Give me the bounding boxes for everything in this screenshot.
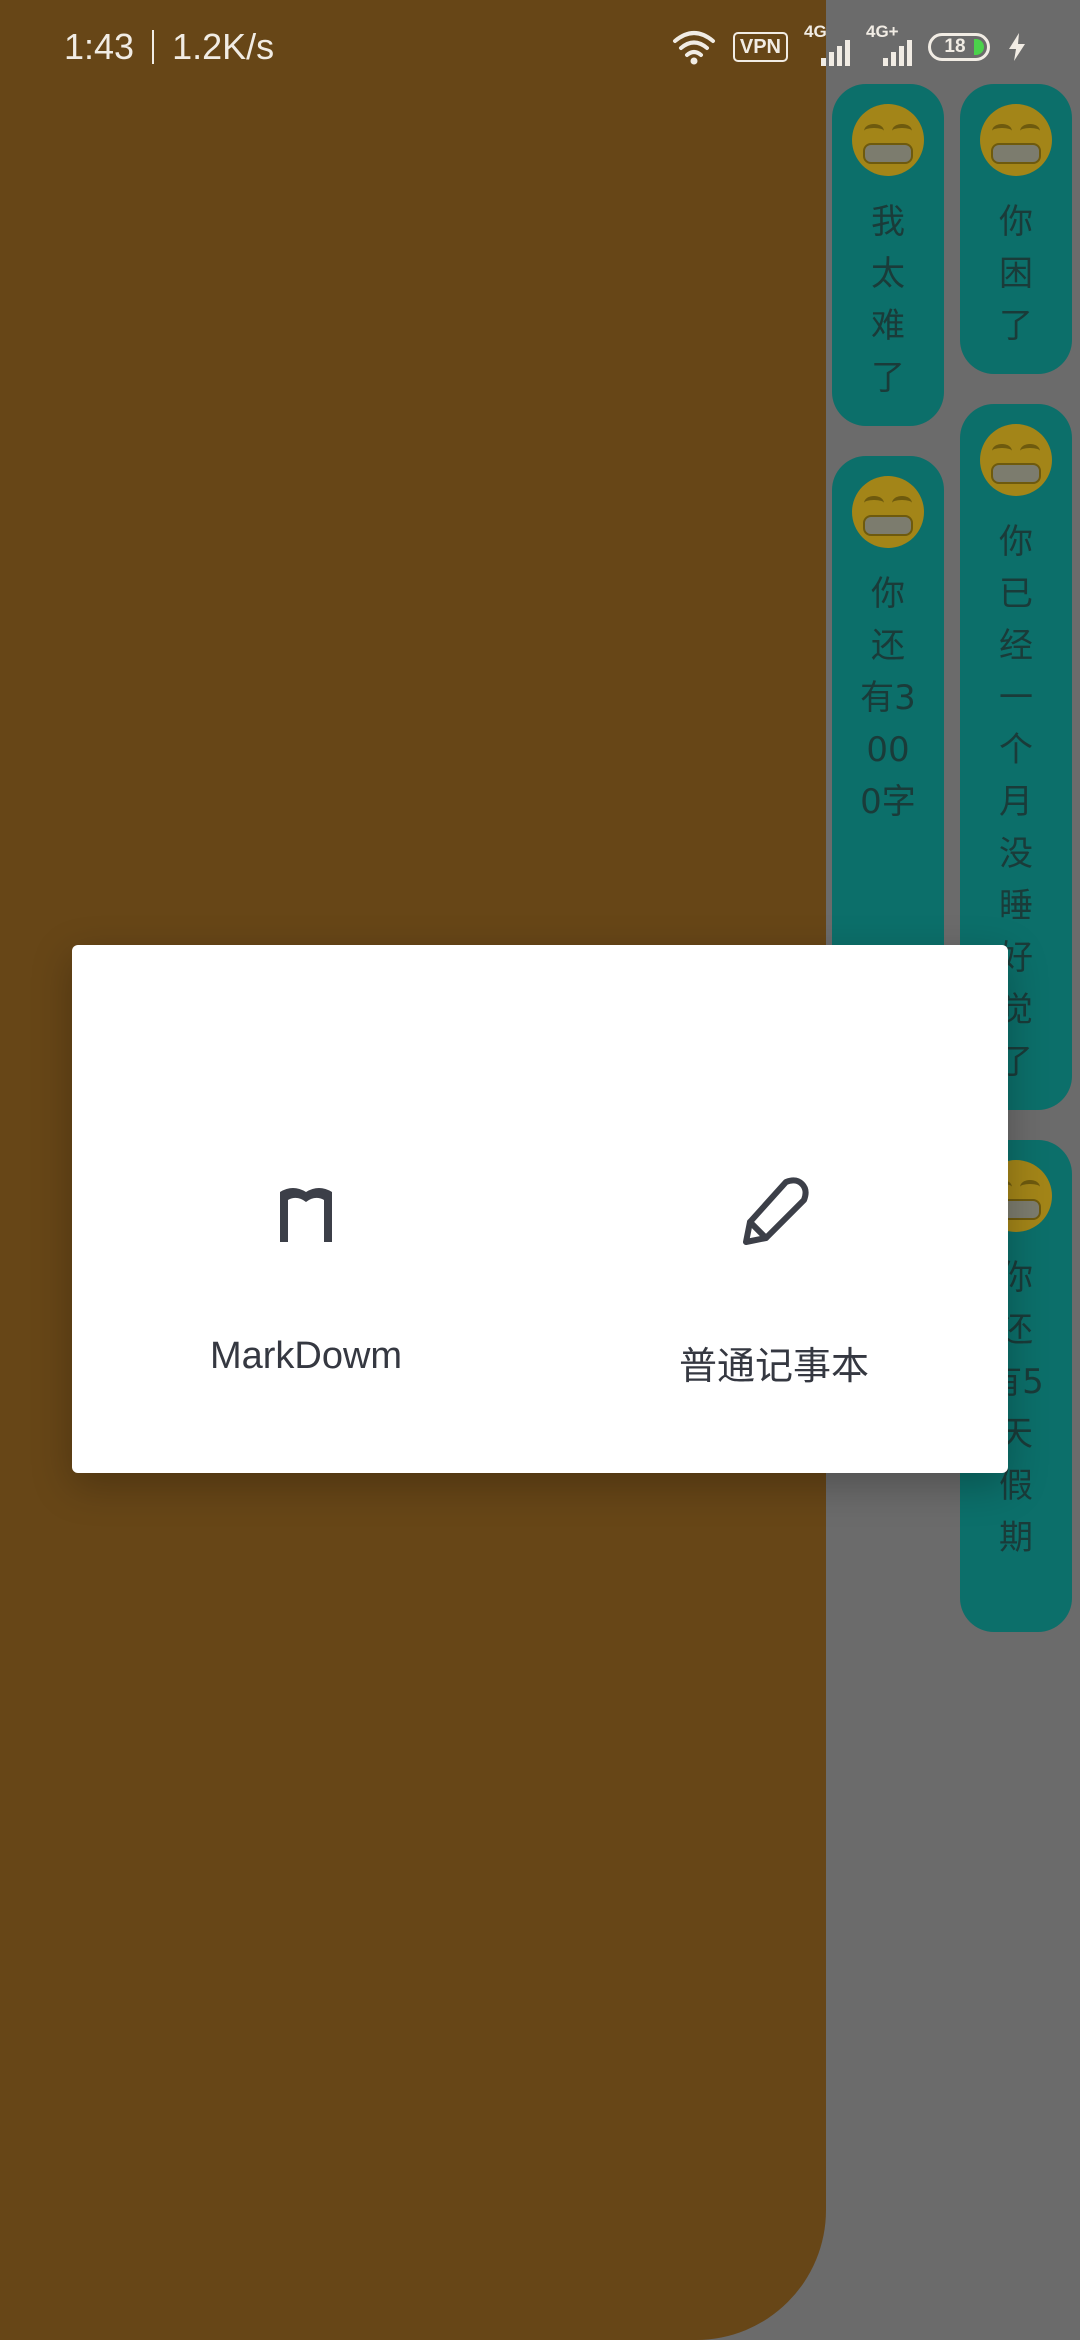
signal-type: 4G+ — [866, 22, 899, 41]
charging-icon — [1009, 33, 1025, 61]
grin-emoji-icon — [980, 104, 1052, 176]
separator — [152, 30, 155, 64]
vpn-badge: VPN — [732, 32, 788, 62]
plain-notebook-option-label: 普通记事本 — [678, 1346, 869, 1388]
signal-icon: 4G+ — [866, 22, 912, 66]
status-icons: VPN 4G 4G+ 18 — [671, 22, 1028, 66]
new-note-type-dialog: MarkDowm 普通记事本 — [72, 945, 1008, 1473]
clock: 1:43 — [64, 26, 135, 67]
net-speed: 1.2K/s — [172, 26, 275, 67]
wifi-icon — [672, 31, 715, 65]
grin-emoji-icon — [980, 424, 1052, 496]
note-text: 你还有3000字 — [860, 574, 916, 822]
grin-emoji-icon — [852, 476, 924, 548]
markdown-icon — [280, 1188, 332, 1242]
markdown-option-label: MarkDowm — [209, 1335, 403, 1377]
status-bar: 1:43 1.2K/s VPN 4G 4G+ 18 — [0, 0, 1080, 100]
grin-emoji-icon — [852, 104, 924, 176]
battery-level: 18 — [944, 36, 966, 57]
status-left: 1:43 1.2K/s — [64, 26, 274, 68]
markdown-option-button[interactable]: MarkDowm — [72, 945, 540, 1473]
battery-icon: 18 — [928, 33, 990, 61]
note-card[interactable]: 你困了 — [960, 84, 1072, 374]
signal-type: 4G — [804, 22, 827, 41]
pencil-icon — [743, 1177, 809, 1245]
signal-icon: 4G — [804, 22, 850, 66]
plain-notebook-option-button[interactable]: 普通记事本 — [540, 945, 1008, 1473]
note-card[interactable]: 我太难了 — [832, 84, 944, 426]
note-text: 我太难了 — [871, 202, 905, 398]
note-text: 你困了 — [999, 202, 1033, 346]
